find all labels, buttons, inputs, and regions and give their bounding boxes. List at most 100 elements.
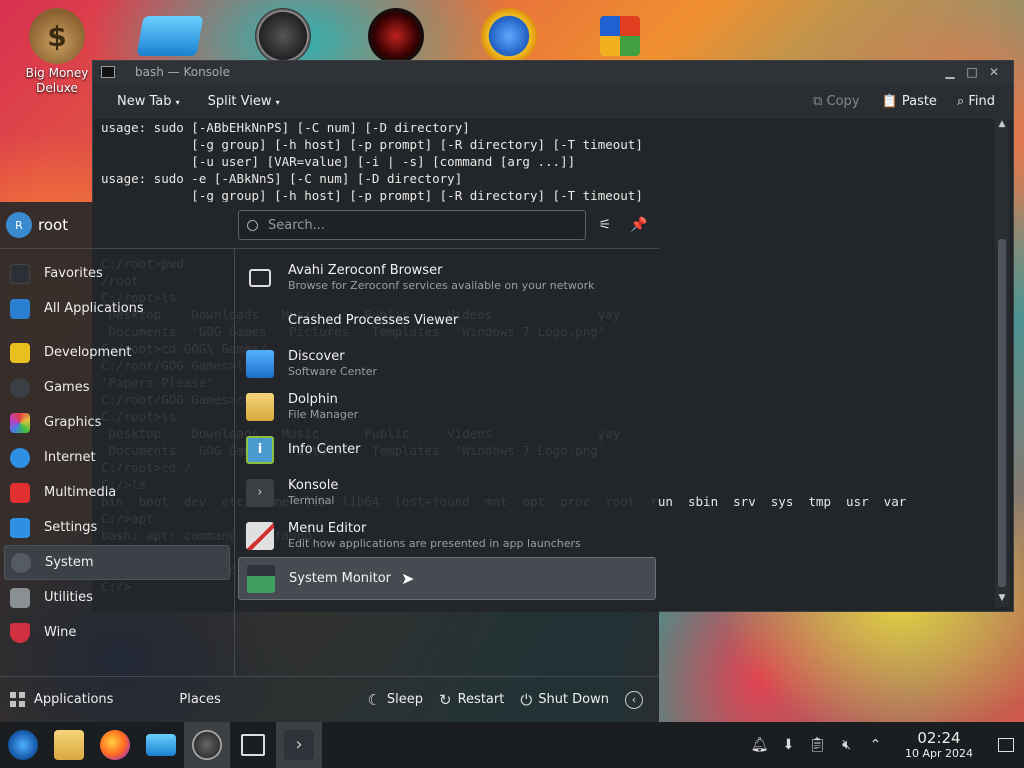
find-button[interactable]: ⌕ Find xyxy=(945,94,1003,109)
tab-label: Applications xyxy=(34,692,114,707)
copy-button[interactable]: ⧉ Copy xyxy=(799,94,873,109)
clock[interactable]: 02:24 10 Apr 2024 xyxy=(894,730,984,761)
category-favorites[interactable]: Favorites xyxy=(4,256,230,291)
application-launcher: R root ⚟ 📌 Favorites All Applications De… xyxy=(0,202,659,722)
category-label: Development xyxy=(44,345,132,360)
category-graphics[interactable]: Graphics xyxy=(4,405,230,440)
firefox-icon xyxy=(100,730,130,760)
terminal-scrollbar[interactable]: ▲ ▼ xyxy=(995,119,1009,607)
category-label: Wine xyxy=(44,625,77,640)
category-list: Favorites All Applications Development G… xyxy=(4,256,230,650)
category-settings[interactable]: Settings xyxy=(4,510,230,545)
category-internet[interactable]: Internet xyxy=(4,440,230,475)
tab-label: Places xyxy=(179,692,221,707)
power-icon: ⏻ xyxy=(520,690,533,709)
shutdown-button[interactable]: ⏻ Shut Down xyxy=(512,691,617,709)
category-multimedia[interactable]: Multimedia xyxy=(4,475,230,510)
terminal-icon xyxy=(101,66,115,78)
taskbar-speedometer[interactable] xyxy=(184,722,230,768)
shutdown-label: Shut Down xyxy=(538,692,609,707)
wine-icon xyxy=(10,622,30,643)
category-system[interactable]: System xyxy=(4,545,230,580)
app-item-dolphin[interactable]: Dolphin File Manager xyxy=(238,385,656,428)
category-all-applications[interactable]: All Applications xyxy=(4,291,230,326)
copy-icon: ⧉ xyxy=(813,93,823,109)
show-desktop-button[interactable] xyxy=(988,738,1024,752)
grid-icon xyxy=(10,298,30,319)
cloud-icon xyxy=(10,447,30,468)
desktop-icon-label: Big Money Deluxe xyxy=(25,66,89,95)
restart-icon: ↻ xyxy=(439,690,452,709)
system-monitor-icon xyxy=(247,564,275,593)
scroll-up-icon[interactable]: ▲ xyxy=(995,119,1009,133)
app-item-menu-editor[interactable]: Menu Editor Edit how applications are pre… xyxy=(238,514,656,557)
new-tab-label: New Tab xyxy=(117,93,172,109)
maximize-icon[interactable]: □ xyxy=(961,65,983,79)
taskbar-dolphin[interactable] xyxy=(46,722,92,768)
taskbar-konsole[interactable]: › xyxy=(276,722,322,768)
desktop-icon-speedometer[interactable] xyxy=(243,8,323,64)
window-titlebar[interactable]: bash — Konsole ▁ □ ✕ xyxy=(93,61,1013,83)
app-item-avahi[interactable]: Avahi Zeroconf Browser Browse for Zerocon… xyxy=(238,256,656,299)
app-description: File Manager xyxy=(288,408,359,421)
more-options-button[interactable]: ‹ xyxy=(617,690,651,709)
split-view-label: Split View xyxy=(207,93,272,109)
desktop-icon-virtual-drive[interactable] xyxy=(130,8,210,56)
sleep-button[interactable]: ☾ Sleep xyxy=(359,691,431,709)
category-development[interactable]: Development xyxy=(4,335,230,370)
category-label: Multimedia xyxy=(44,485,117,500)
taskbar-windows-overview[interactable] xyxy=(230,722,276,768)
sleep-icon: ☾ xyxy=(367,690,381,709)
close-icon[interactable]: ✕ xyxy=(983,65,1005,79)
search-icon: ⌕ xyxy=(956,93,965,109)
scrollbar-thumb[interactable] xyxy=(998,239,1006,587)
category-label: Utilities xyxy=(44,590,93,605)
folder-icon xyxy=(246,392,274,421)
minimize-icon[interactable]: ▁ xyxy=(939,65,961,79)
app-item-konsole[interactable]: › Konsole Terminal xyxy=(238,471,656,514)
search-input[interactable] xyxy=(268,217,568,233)
desktop-icon-red-disc[interactable] xyxy=(356,8,436,64)
category-label: Internet xyxy=(44,450,96,465)
search-field[interactable] xyxy=(238,210,586,240)
category-games[interactable]: Games xyxy=(4,370,230,405)
konsole-toolbar: New Tab ▾ Split View ▾ ⧉ Copy 📋 Paste ⌕ … xyxy=(93,83,1013,119)
split-view-button[interactable]: Split View ▾ xyxy=(194,94,294,109)
configure-icon[interactable]: ⚟ xyxy=(594,214,616,236)
app-item-crashed-processes[interactable]: Crashed Processes Viewer xyxy=(238,299,656,342)
app-name: Menu Editor xyxy=(288,521,367,536)
volume-muted-icon[interactable]: 🔇︎ xyxy=(832,737,861,753)
search-icon xyxy=(247,219,258,231)
notifications-icon[interactable]: 🔔︎ xyxy=(745,737,774,753)
tab-places[interactable]: Places xyxy=(169,677,230,723)
taskbar-virtual-drive[interactable] xyxy=(138,722,184,768)
category-wine[interactable]: Wine xyxy=(4,615,230,650)
desktop-icon-globe[interactable] xyxy=(469,8,549,64)
pin-icon[interactable]: 📌 xyxy=(628,214,650,236)
taskbar-firefox[interactable] xyxy=(92,722,138,768)
graphics-icon xyxy=(10,412,30,433)
app-item-system-monitor[interactable]: System Monitor ➤ xyxy=(238,557,656,600)
sleep-label: Sleep xyxy=(386,692,424,707)
windows-overview-icon xyxy=(241,734,265,756)
launcher-footer: Applications Places ☾ Sleep ↻ Restart ⏻ Shu… xyxy=(0,676,659,722)
expand-tray-icon[interactable]: ⌃ xyxy=(861,737,890,753)
app-item-info-center[interactable]: i Info Center xyxy=(238,428,656,471)
user-header[interactable]: R root xyxy=(0,202,234,248)
restart-button[interactable]: ↻ Restart xyxy=(431,691,512,709)
paste-button[interactable]: 📋 Paste xyxy=(874,94,945,109)
globe-star-icon xyxy=(481,8,537,64)
category-utilities[interactable]: Utilities xyxy=(4,580,230,615)
paste-icon: 📋 xyxy=(881,93,898,109)
clipboard-icon[interactable]: 📋︎ xyxy=(803,737,832,753)
desktop-icon-big-money[interactable]: $ Big Money Deluxe xyxy=(17,8,97,96)
new-tab-button[interactable]: New Tab ▾ xyxy=(103,94,194,109)
app-item-discover[interactable]: Discover Software Center xyxy=(238,342,656,385)
updates-icon[interactable]: ⬇ xyxy=(774,737,803,753)
money-bag-icon: $ xyxy=(29,8,85,64)
desktop-icon-office[interactable] xyxy=(580,8,660,56)
scroll-down-icon[interactable]: ▼ xyxy=(995,593,1009,607)
tab-applications[interactable]: Applications xyxy=(0,677,123,723)
start-menu-button[interactable] xyxy=(0,722,46,768)
category-label: System xyxy=(45,555,94,570)
